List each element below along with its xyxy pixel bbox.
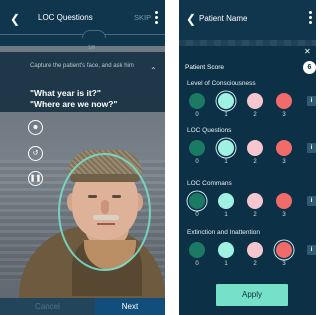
score-option-label: 1 xyxy=(224,159,228,165)
score-option-label: 3 xyxy=(282,112,286,118)
bottom-action-bar: Cancel Next xyxy=(0,298,165,315)
instruction-text: Capture the patient's face, and ask him xyxy=(30,63,134,69)
progress-label: 1/8 xyxy=(88,45,95,51)
score-option-label: 3 xyxy=(282,212,286,218)
score-option-1[interactable] xyxy=(218,242,234,258)
info-icon[interactable]: i xyxy=(307,143,316,153)
score-option-1[interactable] xyxy=(218,93,234,109)
skip-button[interactable]: SKIP xyxy=(134,13,151,22)
section-title: LOC Commans xyxy=(187,180,232,187)
score-option-label: 1 xyxy=(224,112,228,118)
chevron-up-icon[interactable]: ⌃ xyxy=(150,66,157,75)
score-option-2[interactable] xyxy=(247,93,263,109)
score-option-2[interactable] xyxy=(247,242,263,258)
back-chevron-icon[interactable]: ❮ xyxy=(10,11,26,27)
score-option-label: 2 xyxy=(253,159,257,165)
score-option-3[interactable] xyxy=(276,93,292,109)
section-title: Level of Consciousness xyxy=(187,80,256,87)
back-chevron-icon[interactable]: ❮ xyxy=(186,11,196,27)
score-option-2[interactable] xyxy=(247,140,263,156)
more-options-icon[interactable] xyxy=(153,9,159,27)
face-detection-oval xyxy=(58,153,151,271)
left-phone-screen: ❮ LOC Questions SKIP 1/8 Capture the pat… xyxy=(0,0,165,315)
patient-score-badge: 6 xyxy=(303,61,316,74)
pause-icon[interactable]: ❚❚ xyxy=(28,171,43,186)
score-option-3[interactable] xyxy=(276,140,292,156)
progress-indicator xyxy=(0,30,165,46)
patient-score-label: Patient Score xyxy=(185,64,225,71)
score-option-1[interactable] xyxy=(218,193,234,209)
close-icon[interactable]: ✕ xyxy=(304,47,311,56)
right-phone-screen: ❮ Patient Name ✕ Patient Score 6 Level o… xyxy=(179,0,316,315)
score-option-2[interactable] xyxy=(247,193,263,209)
score-option-0[interactable] xyxy=(189,140,205,156)
score-option-label: 2 xyxy=(253,212,257,218)
next-button[interactable]: Next xyxy=(95,298,165,315)
cancel-button[interactable]: Cancel xyxy=(0,298,95,315)
patient-name-title: Patient Name xyxy=(199,14,248,23)
score-option-label: 2 xyxy=(253,112,257,118)
apply-button[interactable]: Apply xyxy=(216,284,288,306)
rotate-camera-icon[interactable]: ↺ xyxy=(28,146,43,161)
score-option-label: 0 xyxy=(195,212,199,218)
face-scan-icon[interactable]: ☻ xyxy=(28,120,43,135)
score-option-0[interactable] xyxy=(189,93,205,109)
score-option-label: 0 xyxy=(195,112,199,118)
section-title: LOC Questions xyxy=(187,127,232,134)
score-option-label: 1 xyxy=(224,261,228,267)
question-2: "Where are we now?" xyxy=(30,99,118,109)
score-option-label: 0 xyxy=(195,159,199,165)
score-option-label: 1 xyxy=(224,212,228,218)
score-option-3[interactable] xyxy=(276,242,292,258)
score-option-label: 0 xyxy=(195,261,199,267)
info-icon[interactable]: i xyxy=(307,245,316,255)
score-option-0[interactable] xyxy=(189,193,205,209)
screen-title: LOC Questions xyxy=(38,13,93,22)
more-options-icon[interactable] xyxy=(307,9,313,27)
score-option-0[interactable] xyxy=(189,242,205,258)
score-option-3[interactable] xyxy=(276,193,292,209)
score-option-label: 2 xyxy=(253,261,257,267)
score-option-label: 3 xyxy=(282,261,286,267)
score-option-label: 3 xyxy=(282,159,286,165)
question-1: "What year is it?" xyxy=(30,88,101,98)
info-icon[interactable]: i xyxy=(307,96,316,106)
section-title: Extinction and Inattention xyxy=(187,229,260,236)
score-option-1[interactable] xyxy=(218,140,234,156)
info-icon[interactable]: i xyxy=(307,196,316,206)
